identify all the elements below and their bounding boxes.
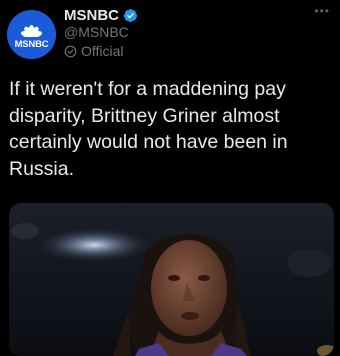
author-name-row[interactable]: MSNBC <box>64 5 138 25</box>
tweet-media-image[interactable] <box>9 203 334 356</box>
display-name[interactable]: MSNBC <box>64 7 119 24</box>
peacock-logo-icon <box>7 25 56 59</box>
avatar[interactable]: MSNBC <box>7 10 56 59</box>
more-options-icon[interactable]: ••• <box>314 4 330 18</box>
official-label-text: Official <box>81 43 124 59</box>
avatar-logo-text: MSNBC <box>14 39 49 50</box>
tweet[interactable]: MSNBC MSNBC @MSNBC Official ••• If it we… <box>0 0 340 356</box>
official-label: Official <box>64 43 124 59</box>
tweet-text: If it weren't for a maddening pay dispar… <box>9 78 288 180</box>
verified-badge-icon <box>123 8 138 22</box>
athlete-photo <box>9 203 334 356</box>
author-handle[interactable]: @MSNBC <box>64 24 129 40</box>
check-circle-icon <box>64 45 77 57</box>
